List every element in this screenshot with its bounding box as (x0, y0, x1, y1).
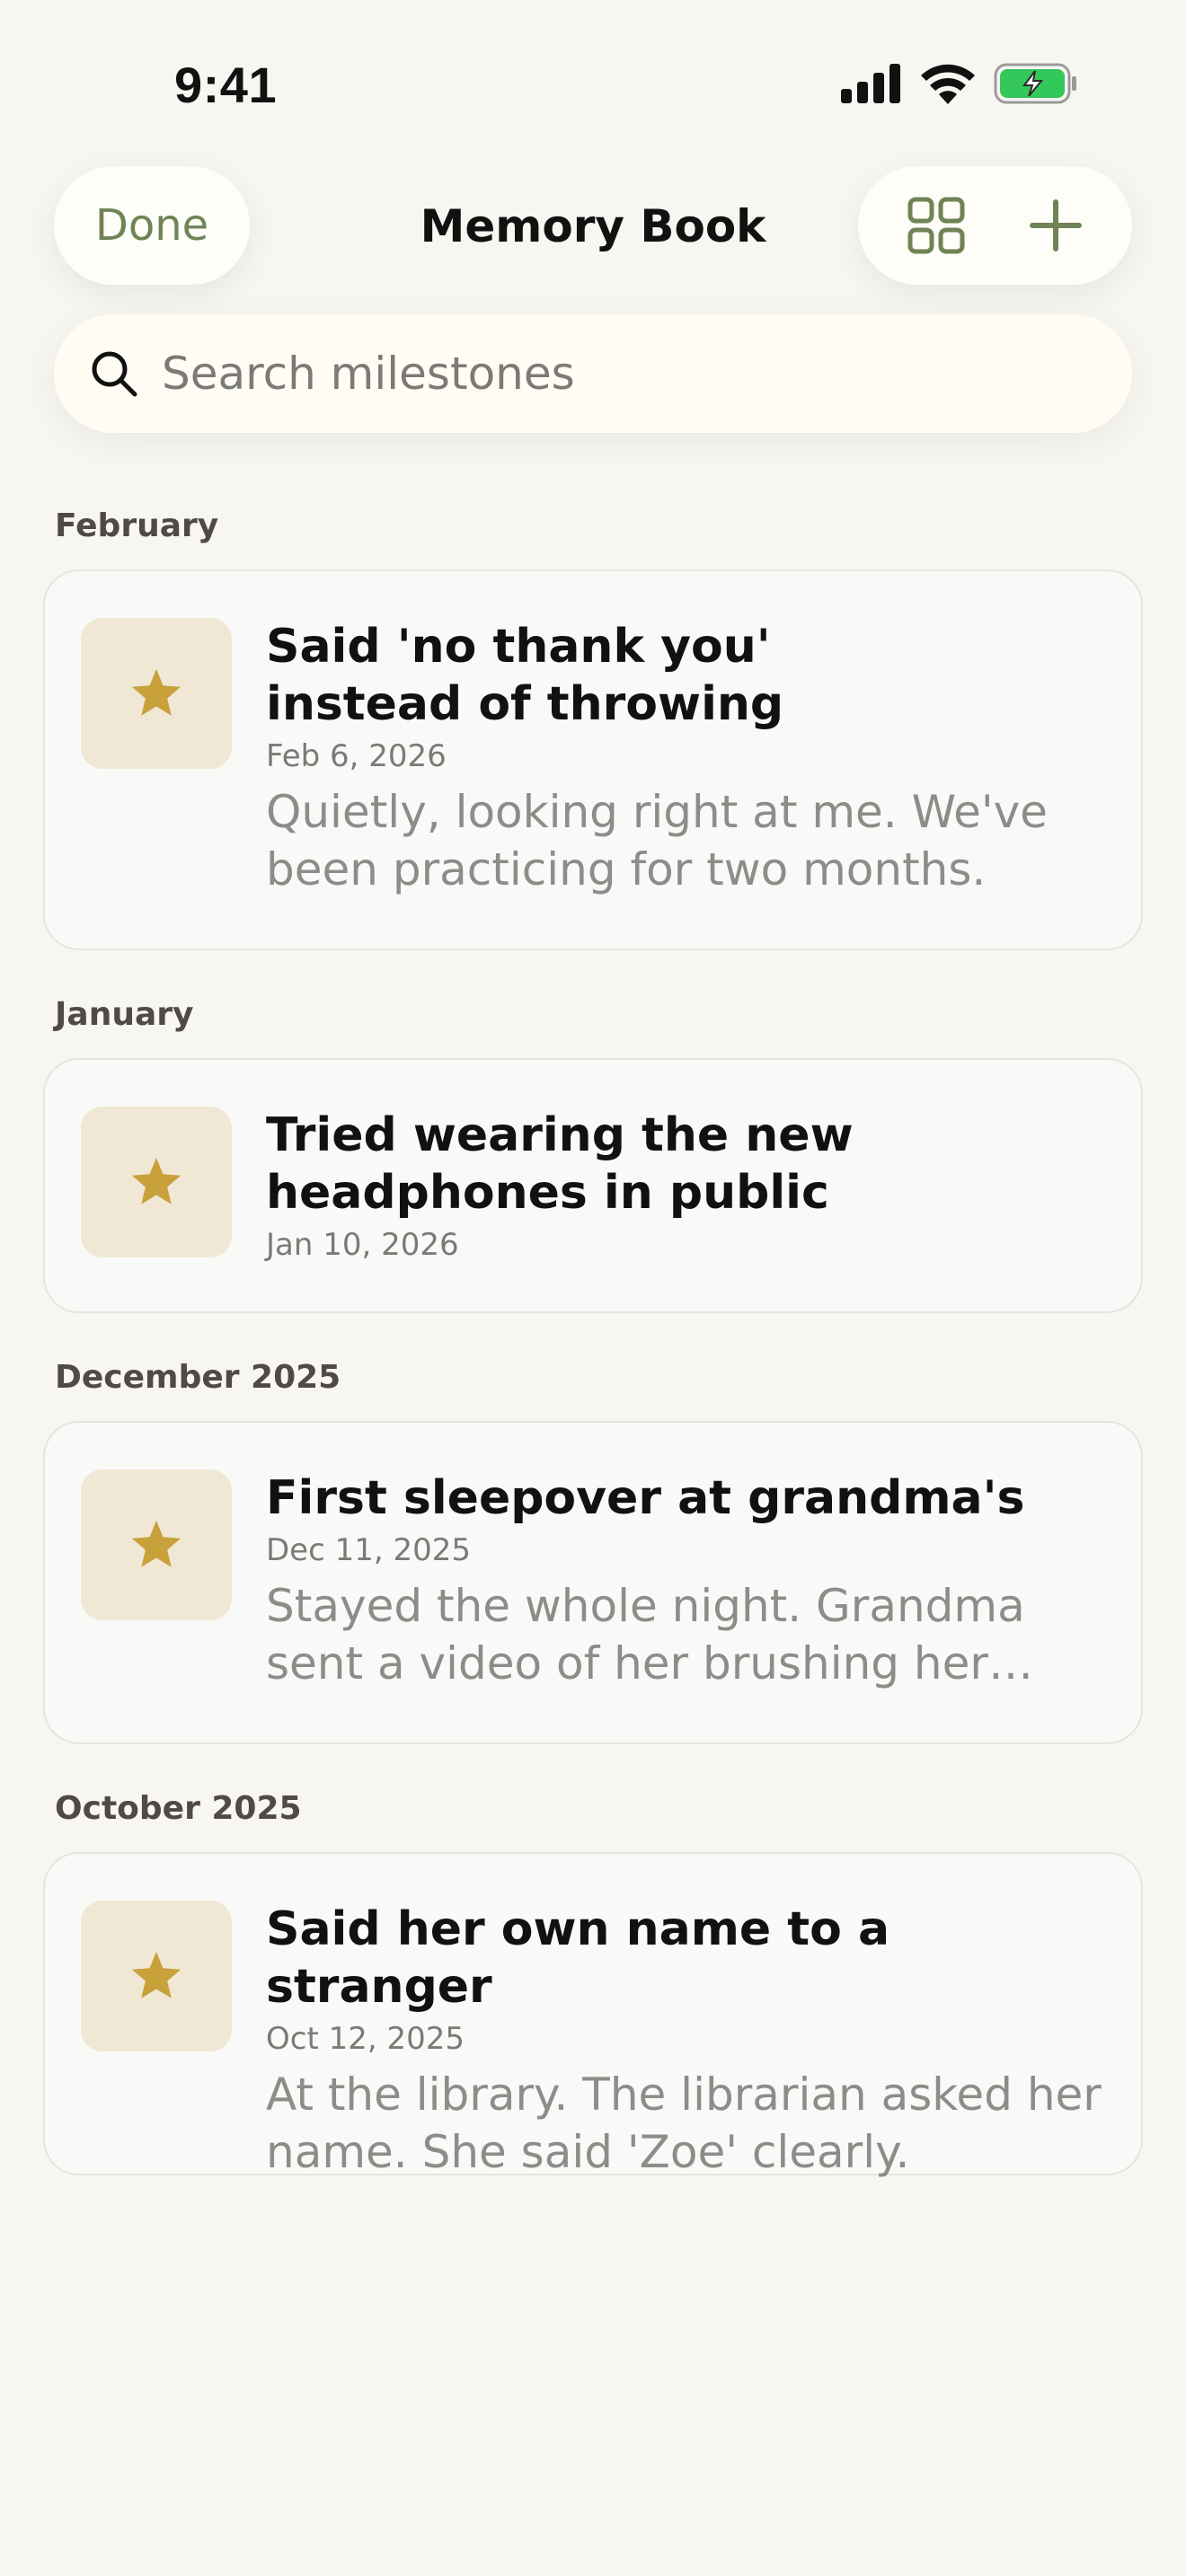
milestone-card[interactable]: Said her own name to a stranger Oct 12, … (43, 1852, 1143, 2178)
milestone-date: Oct 12, 2025 (266, 2021, 465, 2057)
milestone-date: Feb 6, 2026 (266, 738, 447, 774)
star-icon (131, 668, 181, 716)
milestone-note: Quietly, looking right at me. We've been… (266, 786, 1048, 895)
search-icon (92, 351, 137, 397)
plus-icon (1029, 199, 1082, 251)
search-placeholder: Search milestones (162, 348, 575, 400)
milestone-thumbnail (81, 1901, 232, 2051)
status-bar: 9:41 (0, 0, 1186, 162)
star-icon (131, 1520, 181, 1567)
milestone-note: At the library. The librarian asked her … (266, 2069, 1102, 2178)
milestone-date: Jan 10, 2026 (266, 1227, 459, 1263)
milestone-thumbnail (81, 1469, 232, 1620)
cellular-signal-icon (841, 64, 900, 103)
milestone-note: Stayed the whole night. Grandma sent a v… (266, 1580, 1025, 1689)
milestone-card[interactable]: First sleepover at grandma's Dec 11, 202… (43, 1421, 1143, 1744)
milestone-card[interactable]: Said 'no thank you' instead of throwing … (43, 569, 1143, 950)
status-icons (841, 63, 1078, 104)
milestone-date: Dec 11, 2025 (266, 1532, 472, 1568)
milestone-title: First sleepover at grandma's (266, 1471, 1025, 1525)
section-header-october-2025: October 2025 (55, 1790, 302, 1827)
section-header-january: January (55, 996, 194, 1033)
section-header-december-2025: December 2025 (55, 1359, 341, 1396)
section-header-february: February (55, 507, 219, 544)
star-icon (131, 1157, 181, 1204)
milestone-card[interactable]: Tried wearing the new headphones in publ… (43, 1058, 1143, 1313)
milestone-title: Tried wearing the new headphones in publ… (266, 1108, 854, 1220)
navigation-bar: Done Memory Book (0, 166, 1186, 287)
milestone-title: Said her own name to a stranger (266, 1902, 890, 2014)
add-milestone-button[interactable] (1029, 198, 1083, 252)
status-time: 9:41 (174, 57, 278, 113)
nav-actions (858, 166, 1132, 285)
grid-view-button[interactable] (907, 197, 965, 254)
milestone-thumbnail (81, 618, 232, 769)
search-field[interactable]: Search milestones (54, 314, 1132, 433)
battery-charging-icon (994, 63, 1076, 104)
milestone-title: Said 'no thank you' instead of throwing (266, 620, 784, 731)
wifi-icon (921, 64, 975, 104)
star-icon (131, 1951, 181, 1998)
milestone-thumbnail (81, 1107, 232, 1257)
grid-icon (907, 197, 965, 254)
